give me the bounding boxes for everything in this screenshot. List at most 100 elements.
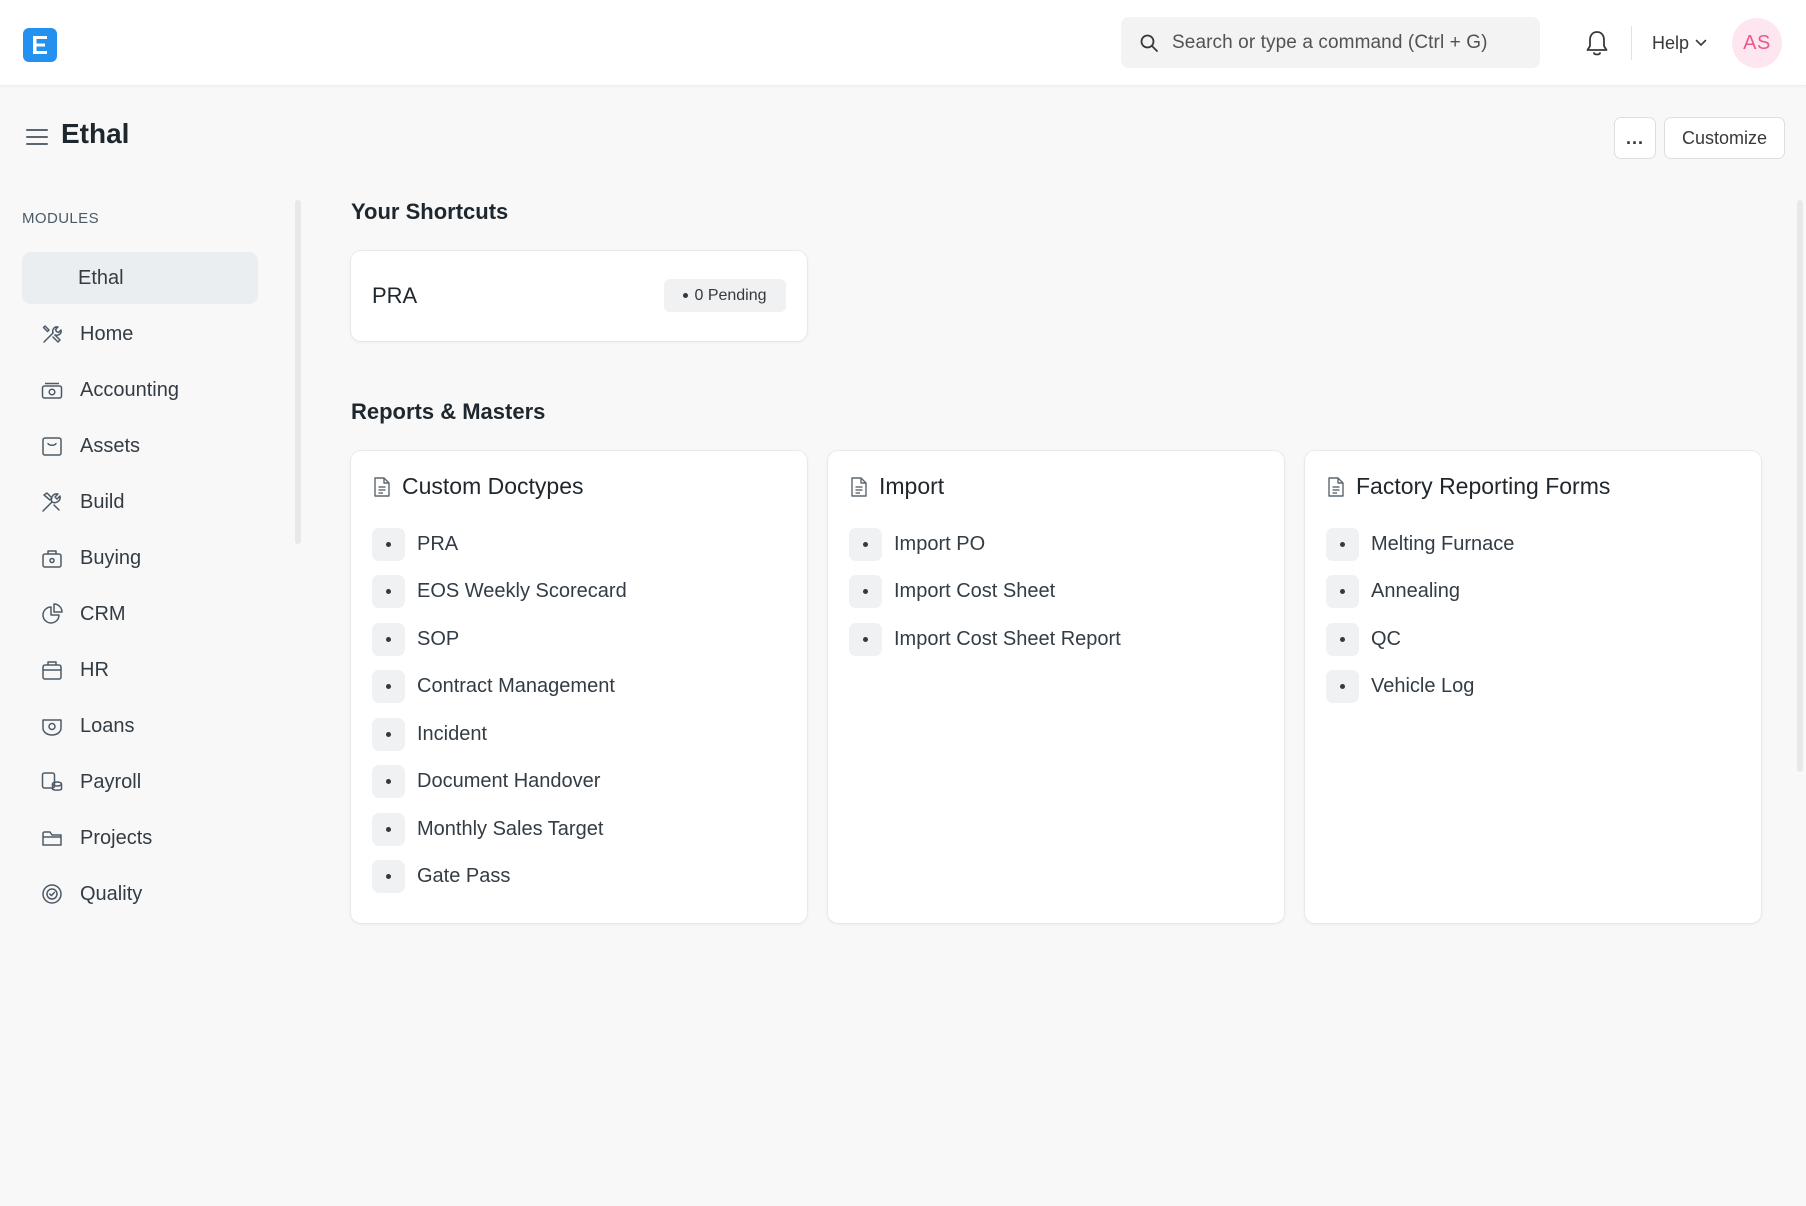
badge-text: 0 Pending [694, 286, 767, 304]
sidebar-item-ethal[interactable]: Ethal [22, 252, 258, 304]
bullet-icon [372, 765, 405, 798]
card-title: Custom Doctypes [402, 473, 584, 499]
sidebar: MODULES Ethal Home Accounting Assets Bui… [0, 170, 300, 926]
coins-icon [40, 770, 64, 794]
sidebar-item-label: Build [80, 490, 125, 513]
sidebar-item-label: Buying [80, 546, 142, 569]
sidebar-item-label: HR [80, 658, 109, 681]
bullet-icon [372, 527, 405, 561]
sidebar-toggle-icon[interactable] [25, 126, 49, 148]
link-text: Import Cost Sheet Report [894, 627, 1121, 650]
document-icon [1328, 476, 1344, 497]
notification-bell-icon[interactable] [1583, 28, 1611, 58]
shortcut-label: PRA [372, 283, 418, 308]
link-item[interactable]: Import Cost Sheet Report [849, 622, 1249, 656]
help-dropdown[interactable]: Help [1652, 30, 1707, 56]
sidebar-item-quality[interactable]: Quality [22, 868, 258, 920]
sidebar-item-label: Quality [80, 882, 143, 905]
badge-dot-icon [683, 293, 689, 298]
main-scrollbar[interactable] [1797, 200, 1803, 772]
link-item[interactable]: Gate Pass [372, 860, 772, 894]
card-header: Factory Reporting Forms [1326, 473, 1610, 500]
link-item[interactable]: Vehicle Log [1326, 670, 1726, 704]
sidebar-item-home[interactable]: Home [22, 308, 258, 360]
chevron-down-icon [1695, 39, 1707, 47]
link-text: PRA [417, 532, 459, 555]
sidebar-item-build[interactable]: Build [22, 476, 258, 528]
customize-button[interactable]: Customize [1664, 117, 1785, 159]
reports-title: Reports & Masters [351, 399, 546, 424]
sidebar-item-payroll[interactable]: Payroll [22, 756, 258, 808]
link-item[interactable]: Import PO [849, 527, 1249, 561]
link-text: Gate Pass [417, 865, 511, 887]
sidebar-item-hr[interactable]: HR [22, 644, 258, 696]
search-placeholder: Search or type a command (Ctrl + G) [1172, 31, 1488, 53]
page-title: Ethal [61, 118, 130, 149]
sidebar-item-label: Projects [80, 826, 153, 849]
bullet-icon [372, 622, 405, 656]
link-item[interactable]: Monthly Sales Target [372, 812, 772, 846]
link-item[interactable]: SOP [372, 622, 772, 656]
link-text: Vehicle Log [1371, 675, 1475, 697]
link-item[interactable]: QC [1326, 622, 1726, 656]
shortcut-card-pra[interactable]: PRA 0 Pending [351, 251, 807, 341]
link-text: Incident [417, 722, 488, 745]
navbar-divider [1631, 26, 1632, 60]
link-text: Monthly Sales Target [417, 817, 604, 840]
wrench-icon [40, 490, 64, 514]
page-footer-area [0, 926, 1806, 1206]
link-item[interactable]: Melting Furnace [1326, 527, 1726, 561]
sidebar-item-label: Home [80, 322, 134, 345]
app-logo[interactable] [23, 28, 57, 62]
user-avatar[interactable]: AS [1732, 18, 1782, 68]
sidebar-item-buying[interactable]: Buying [22, 532, 258, 584]
report-card-custom-doctypes: Custom Doctypes PRA EOS Weekly Scorecard… [351, 451, 807, 923]
sidebar-item-loans[interactable]: Loans [22, 700, 258, 752]
link-item[interactable]: Document Handover [372, 765, 772, 799]
search-input[interactable]: Search or type a command (Ctrl + G) [1121, 17, 1540, 68]
bullet-icon [1326, 575, 1359, 608]
card-header: Import [849, 473, 944, 500]
sidebar-item-accounting[interactable]: Accounting [22, 364, 258, 416]
more-actions-button[interactable]: ... [1614, 117, 1656, 159]
link-text: Import Cost Sheet [894, 580, 1056, 602]
bullet-icon [372, 812, 405, 846]
link-item[interactable]: Import Cost Sheet [849, 575, 1249, 609]
link-text: Document Handover [417, 770, 601, 792]
folder-icon [40, 826, 64, 850]
card-title: Factory Reporting Forms [1356, 473, 1611, 499]
navbar: Search or type a command (Ctrl + G) Help… [0, 0, 1806, 86]
sidebar-item-crm[interactable]: CRM [22, 588, 258, 640]
bullet-icon [849, 575, 882, 608]
bullet-icon [372, 717, 405, 751]
report-card-import: Import Import PO Import Cost Sheet Impor… [828, 451, 1284, 923]
search-icon [1140, 34, 1158, 52]
link-item[interactable]: Contract Management [372, 670, 772, 704]
badge-icon [40, 882, 64, 906]
bullet-icon [849, 527, 882, 561]
help-label: Help [1652, 32, 1690, 53]
link-item[interactable]: PRA [372, 527, 772, 561]
sidebar-item-assets[interactable]: Assets [22, 420, 258, 472]
bullet-icon [372, 575, 405, 608]
link-text: Contract Management [417, 675, 615, 697]
link-text: Import PO [894, 532, 986, 555]
link-text: QC [1371, 627, 1401, 650]
bullet-icon [1326, 670, 1359, 703]
link-item[interactable]: EOS Weekly Scorecard [372, 575, 772, 609]
money-icon [40, 378, 64, 402]
link-text: Annealing [1371, 580, 1460, 602]
link-text: Melting Furnace [1371, 532, 1515, 555]
link-item[interactable]: Incident [372, 717, 772, 751]
tools-icon [40, 322, 64, 346]
bag-icon [40, 546, 64, 570]
shortcuts-title: Your Shortcuts [351, 199, 509, 224]
sidebar-item-projects[interactable]: Projects [22, 812, 258, 864]
sidebar-scrollbar[interactable] [295, 200, 301, 544]
status-badge: 0 Pending [664, 279, 786, 312]
bullet-icon [372, 860, 405, 893]
document-icon [374, 476, 390, 497]
link-text: EOS Weekly Scorecard [417, 580, 627, 602]
bullet-icon [1326, 527, 1359, 561]
link-item[interactable]: Annealing [1326, 575, 1726, 609]
